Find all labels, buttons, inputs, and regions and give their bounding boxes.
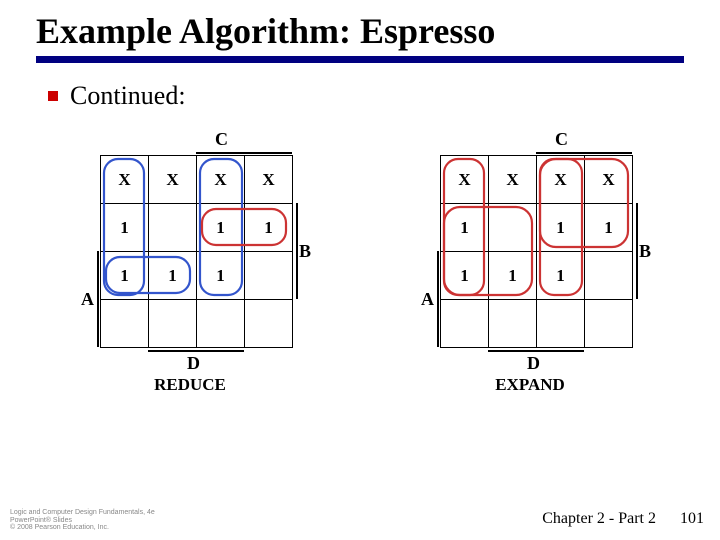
label-d: D — [187, 353, 200, 374]
label-a: A — [81, 289, 94, 310]
cell: X — [245, 156, 293, 204]
title-rule — [36, 56, 684, 63]
kmap-grid: X X X X 1 1 1 1 1 1 — [100, 155, 293, 348]
cell — [149, 300, 197, 348]
cell: 1 — [245, 204, 293, 252]
bullet-icon — [48, 91, 58, 101]
cell: X — [149, 156, 197, 204]
bar-b — [636, 203, 638, 299]
cell — [149, 204, 197, 252]
footer-line: © 2008 Pearson Education, Inc. — [10, 524, 155, 532]
bar-a — [437, 251, 439, 347]
bar-d — [488, 350, 584, 352]
cell: X — [537, 156, 585, 204]
chapter-label: Chapter 2 - Part 2 — [542, 510, 656, 527]
bullet-text: Continued: — [70, 81, 186, 111]
kmap-caption: EXPAND — [395, 375, 665, 395]
footer-line: Logic and Computer Design Fundamentals, … — [10, 509, 155, 517]
bar-b — [296, 203, 298, 299]
cell: X — [441, 156, 489, 204]
cell — [489, 204, 537, 252]
cell: 1 — [441, 252, 489, 300]
cell: 1 — [537, 252, 585, 300]
slide-title: Example Algorithm: Espresso — [36, 10, 684, 52]
cell — [245, 300, 293, 348]
footer-chapter: Chapter 2 - Part 2 101 — [542, 510, 704, 528]
cell: 1 — [537, 204, 585, 252]
kmap-caption: REDUCE — [55, 375, 325, 395]
bullet-item: Continued: — [48, 81, 684, 111]
cell — [537, 300, 585, 348]
kmap-container: C B A D X X X X 1 1 — [36, 125, 684, 415]
label-c: C — [555, 129, 568, 150]
bar-d — [148, 350, 244, 352]
cell — [197, 300, 245, 348]
cell: X — [489, 156, 537, 204]
cell: X — [585, 156, 633, 204]
cell: 1 — [101, 204, 149, 252]
cell: 1 — [197, 252, 245, 300]
cell — [585, 252, 633, 300]
slide: Example Algorithm: Espresso Continued: C… — [0, 0, 720, 415]
label-b: B — [299, 241, 311, 262]
label-d: D — [527, 353, 540, 374]
cell: 1 — [489, 252, 537, 300]
footer-copyright: Logic and Computer Design Fundamentals, … — [10, 509, 155, 532]
cell — [585, 300, 633, 348]
cell — [101, 300, 149, 348]
cell: 1 — [197, 204, 245, 252]
cell: X — [197, 156, 245, 204]
bar-a — [97, 251, 99, 347]
cell: 1 — [101, 252, 149, 300]
bar-c — [536, 152, 632, 154]
kmap-reduce: C B A D X X X X 1 1 — [55, 125, 325, 415]
cell — [441, 300, 489, 348]
cell: X — [101, 156, 149, 204]
label-c: C — [215, 129, 228, 150]
cell: 1 — [441, 204, 489, 252]
cell: 1 — [149, 252, 197, 300]
label-b: B — [639, 241, 651, 262]
cell — [489, 300, 537, 348]
cell: 1 — [585, 204, 633, 252]
kmap-expand: C B A D X X X X 1 1 — [395, 125, 665, 415]
cell — [245, 252, 293, 300]
bar-c — [196, 152, 292, 154]
label-a: A — [421, 289, 434, 310]
page-number: 101 — [680, 510, 704, 527]
kmap-grid: X X X X 1 1 1 1 1 1 — [440, 155, 633, 348]
